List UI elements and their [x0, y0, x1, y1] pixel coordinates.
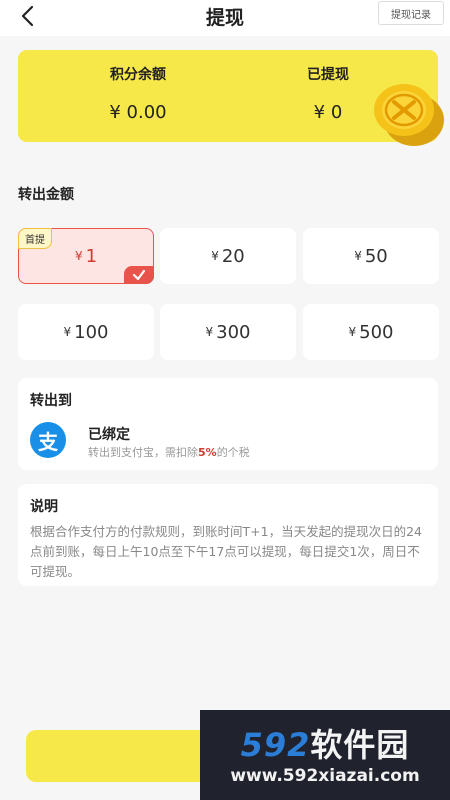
- first-withdraw-badge: 首提: [18, 228, 52, 249]
- amount-option-1[interactable]: 首提 ¥ 1: [18, 228, 154, 284]
- gold-coin-icon: [374, 84, 444, 146]
- tax-note: 转出到支付宝，需扣除5%的个税: [88, 444, 250, 460]
- amount-option-value: 300: [216, 321, 251, 343]
- amount-option-value: 500: [359, 321, 394, 343]
- amount-section-title: 转出金额: [18, 187, 74, 203]
- points-balance-label: 积分余额: [110, 67, 166, 83]
- amount-option-300[interactable]: ¥ 300: [160, 304, 296, 360]
- amount-option-50[interactable]: ¥ 50: [303, 228, 439, 284]
- transfer-destination-title: 转出到: [30, 393, 72, 409]
- watermark-logo: 592软件园: [200, 720, 450, 766]
- amount-option-500[interactable]: ¥ 500: [303, 304, 439, 360]
- notes-text: 根据合作支付方的付款规则，到账时间T+1，当天发起的提现次日的24点前到账，每日…: [30, 524, 422, 579]
- currency-symbol: ¥: [74, 249, 83, 263]
- alipay-icon: 支: [30, 422, 66, 458]
- tax-note-prefix: 转出到支付宝，需扣除: [88, 446, 198, 459]
- watermark-url: www.592xiazai.com: [230, 766, 420, 786]
- balance-card: 积分余额 ¥ 0.00 已提现 ¥ 0: [18, 50, 444, 146]
- bound-status: 已绑定: [88, 427, 130, 443]
- points-balance-value: ¥ 0.00: [109, 102, 167, 123]
- watermark-logo-text: 软件园: [310, 726, 410, 764]
- amount-option-value: 1: [85, 245, 98, 267]
- notes-title: 说明: [30, 499, 58, 515]
- withdraw-record-button[interactable]: 提现记录: [378, 1, 444, 25]
- amount-option-value: 20: [221, 245, 245, 267]
- transfer-destination-card: 转出到 支 已绑定 转出到支付宝，需扣除5%的个税: [18, 378, 438, 470]
- currency-symbol: ¥: [205, 325, 214, 339]
- currency-symbol: ¥: [211, 249, 219, 263]
- currency-symbol: ¥: [63, 325, 72, 339]
- selected-check-badge: [124, 266, 154, 284]
- currency-symbol: ¥: [348, 325, 357, 339]
- amount-option-value: 100: [74, 321, 109, 343]
- currency-symbol: ¥: [354, 249, 362, 263]
- check-icon: [132, 269, 146, 281]
- amount-option-100[interactable]: ¥ 100: [18, 304, 154, 360]
- amount-option-value: 50: [364, 245, 388, 267]
- top-bar: 提现 提现记录: [0, 0, 450, 36]
- tax-rate: 5%: [198, 446, 217, 459]
- watermark-logo-number: 592: [240, 726, 311, 764]
- site-watermark: 592软件园 www.592xiazai.com: [200, 710, 450, 800]
- points-balance: 积分余额 ¥ 0.00: [58, 64, 218, 123]
- notes-card: 说明 根据合作支付方的付款规则，到账时间T+1，当天发起的提现次日的24点前到账…: [18, 484, 438, 586]
- tax-note-suffix: 的个税: [216, 446, 250, 459]
- amount-option-20[interactable]: ¥ 20: [160, 228, 296, 284]
